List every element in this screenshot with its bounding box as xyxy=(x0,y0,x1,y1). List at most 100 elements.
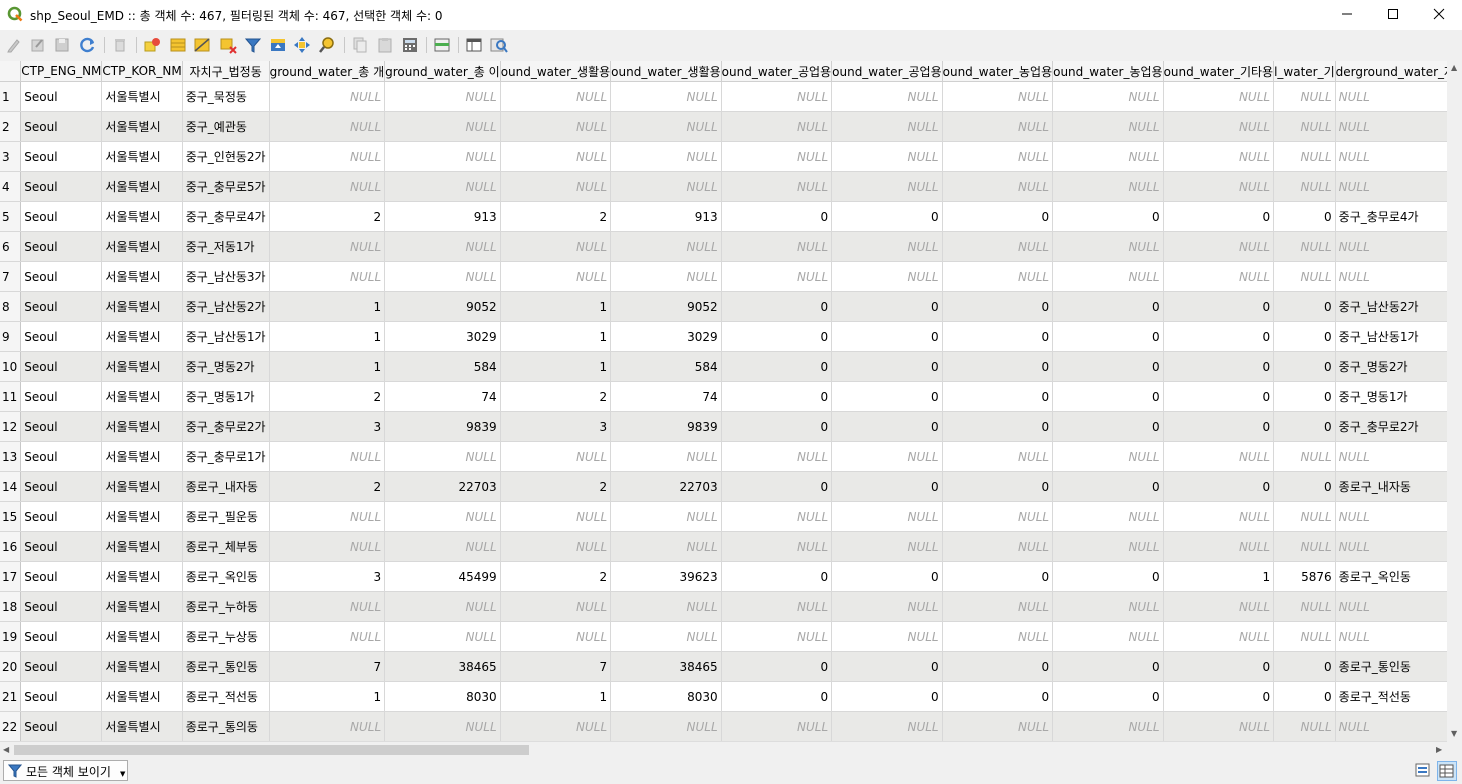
table-cell[interactable]: Seoul xyxy=(20,531,103,562)
column-header[interactable]: CTP_ENG_NM xyxy=(20,61,103,82)
table-cell[interactable]: NULL xyxy=(831,111,943,142)
row-header[interactable]: 13 xyxy=(0,441,22,472)
row-header[interactable]: 7 xyxy=(0,261,22,292)
table-cell[interactable]: 0 xyxy=(831,411,943,442)
table-cell[interactable]: Seoul xyxy=(20,561,103,592)
table-cell[interactable]: NULL xyxy=(1052,711,1164,741)
table-cell[interactable]: 종로구_통의동 xyxy=(182,711,270,741)
table-cell[interactable]: 중구_남산동2가 xyxy=(1335,291,1447,322)
row-header[interactable]: 8 xyxy=(0,291,22,322)
table-cell[interactable]: NULL xyxy=(384,441,501,472)
table-cell[interactable]: 종로구_누하동 xyxy=(182,591,270,622)
table-cell[interactable]: 종로구_체부동 xyxy=(182,531,270,562)
table-cell[interactable]: 서울특별시 xyxy=(101,291,183,322)
table-cell[interactable]: NULL xyxy=(1335,531,1447,562)
table-cell[interactable]: 1 xyxy=(1163,561,1275,592)
column-header[interactable]: ound_water_농업용 xyxy=(1052,61,1164,82)
table-cell[interactable]: 중구_충무로2가 xyxy=(1335,411,1447,442)
table-cell[interactable]: Seoul xyxy=(20,321,103,352)
actions-button[interactable] xyxy=(489,35,509,55)
table-cell[interactable]: 중구_명동1가 xyxy=(1335,381,1447,412)
maximize-button[interactable] xyxy=(1370,0,1416,28)
row-header[interactable]: 19 xyxy=(0,621,22,652)
table-cell[interactable]: NULL xyxy=(1273,171,1336,202)
table-cell[interactable]: NULL xyxy=(500,531,612,562)
table-cell[interactable]: 중구_남산동1가 xyxy=(1335,321,1447,352)
table-cell[interactable]: NULL xyxy=(610,81,722,112)
table-cell[interactable]: NULL xyxy=(384,141,501,172)
table-cell[interactable]: 0 xyxy=(721,651,833,682)
table-cell[interactable]: 3029 xyxy=(384,321,501,352)
table-row[interactable]: 5 Seoul 서울특별시 중구_충무로4가 2 913 2 913 0 0 0 0 0 0 중구_충무로4… xyxy=(0,201,1447,232)
table-cell[interactable]: 0 xyxy=(831,381,943,412)
table-cell[interactable]: NULL xyxy=(831,141,943,172)
copy-rows-button[interactable] xyxy=(350,35,370,55)
table-cell[interactable]: NULL xyxy=(269,621,386,652)
column-header[interactable]: ound_water_생활용 xyxy=(500,61,612,82)
table-cell[interactable]: NULL xyxy=(942,501,1054,532)
table-cell[interactable]: NULL xyxy=(721,111,833,142)
add-feature-button[interactable] xyxy=(142,35,162,55)
row-header[interactable]: 12 xyxy=(0,411,22,442)
table-cell[interactable]: NULL xyxy=(269,171,386,202)
table-cell[interactable]: 종로구_내자동 xyxy=(182,471,270,502)
table-cell[interactable]: 0 xyxy=(831,681,943,712)
table-cell[interactable]: NULL xyxy=(831,531,943,562)
table-cell[interactable]: NULL xyxy=(269,111,386,142)
table-cell[interactable]: NULL xyxy=(610,711,722,741)
table-cell[interactable]: 74 xyxy=(384,381,501,412)
table-cell[interactable]: NULL xyxy=(721,621,833,652)
column-header[interactable]: 자치구_법정동 xyxy=(182,61,270,82)
table-cell[interactable]: 8030 xyxy=(610,681,722,712)
table-cell[interactable]: 1 xyxy=(500,321,612,352)
table-cell[interactable]: NULL xyxy=(269,711,386,741)
column-header[interactable]: ound_water_공업용 xyxy=(831,61,943,82)
table-cell[interactable]: NULL xyxy=(942,171,1054,202)
row-header[interactable]: 18 xyxy=(0,591,22,622)
table-cell[interactable]: NULL xyxy=(721,171,833,202)
table-cell[interactable]: 74 xyxy=(610,381,722,412)
table-cell[interactable]: 1 xyxy=(269,681,386,712)
table-cell[interactable]: 0 xyxy=(721,351,833,382)
table-cell[interactable]: NULL xyxy=(1163,261,1275,292)
row-header[interactable]: 9 xyxy=(0,321,22,352)
table-row[interactable]: 17 Seoul 서울특별시 종로구_옥인동 3 45499 2 39623 0 0 0 0 1 5876… xyxy=(0,561,1447,592)
table-cell[interactable]: 중구_명동2가 xyxy=(182,351,270,382)
table-cell[interactable]: 서울특별시 xyxy=(101,381,183,412)
table-cell[interactable]: 0 xyxy=(1163,321,1275,352)
table-cell[interactable]: 3 xyxy=(269,411,386,442)
table-cell[interactable]: NULL xyxy=(500,261,612,292)
table-cell[interactable]: NULL xyxy=(1335,621,1447,652)
table-cell[interactable]: Seoul xyxy=(20,381,103,412)
table-cell[interactable]: 종로구_옥인동 xyxy=(182,561,270,592)
table-cell[interactable]: 9052 xyxy=(610,291,722,322)
table-cell[interactable]: NULL xyxy=(1335,261,1447,292)
table-cell[interactable]: 7 xyxy=(269,651,386,682)
table-cell[interactable]: 913 xyxy=(384,201,501,232)
table-cell[interactable]: 0 xyxy=(1273,201,1336,232)
table-cell[interactable]: 2 xyxy=(500,471,612,502)
table-cell[interactable]: NULL xyxy=(384,171,501,202)
table-cell[interactable]: NULL xyxy=(1052,501,1164,532)
select-all-button[interactable] xyxy=(168,35,188,55)
table-cell[interactable]: NULL xyxy=(500,81,612,112)
table-cell[interactable]: 중구_남산동3가 xyxy=(182,261,270,292)
table-row[interactable]: 21 Seoul 서울특별시 종로구_적선동 1 8030 1 8030 0 0 0 0 0 0 종로구_적… xyxy=(0,681,1447,712)
table-cell[interactable]: 서울특별시 xyxy=(101,651,183,682)
table-cell[interactable]: NULL xyxy=(500,231,612,262)
table-row[interactable]: 19 Seoul 서울특별시 종로구_누상동 NULL NULL NULL NULL NULL N… xyxy=(0,621,1447,652)
table-cell[interactable]: 39623 xyxy=(610,561,722,592)
table-cell[interactable]: NULL xyxy=(942,711,1054,741)
row-header[interactable]: 21 xyxy=(0,681,22,712)
table-cell[interactable]: Seoul xyxy=(20,141,103,172)
table-cell[interactable]: NULL xyxy=(384,261,501,292)
table-cell[interactable]: Seoul xyxy=(20,231,103,262)
table-cell[interactable]: 0 xyxy=(1052,681,1164,712)
table-cell[interactable]: NULL xyxy=(610,171,722,202)
field-calculator-button[interactable] xyxy=(400,35,420,55)
table-cell[interactable]: NULL xyxy=(1273,81,1336,112)
table-cell[interactable]: NULL xyxy=(384,111,501,142)
column-header[interactable]: ound_water_생활용 xyxy=(610,61,722,82)
table-cell[interactable]: Seoul xyxy=(20,501,103,532)
table-row[interactable]: 11 Seoul 서울특별시 중구_명동1가 2 74 2 74 0 0 0 0 0 0 중구_명동1가 xyxy=(0,381,1447,412)
